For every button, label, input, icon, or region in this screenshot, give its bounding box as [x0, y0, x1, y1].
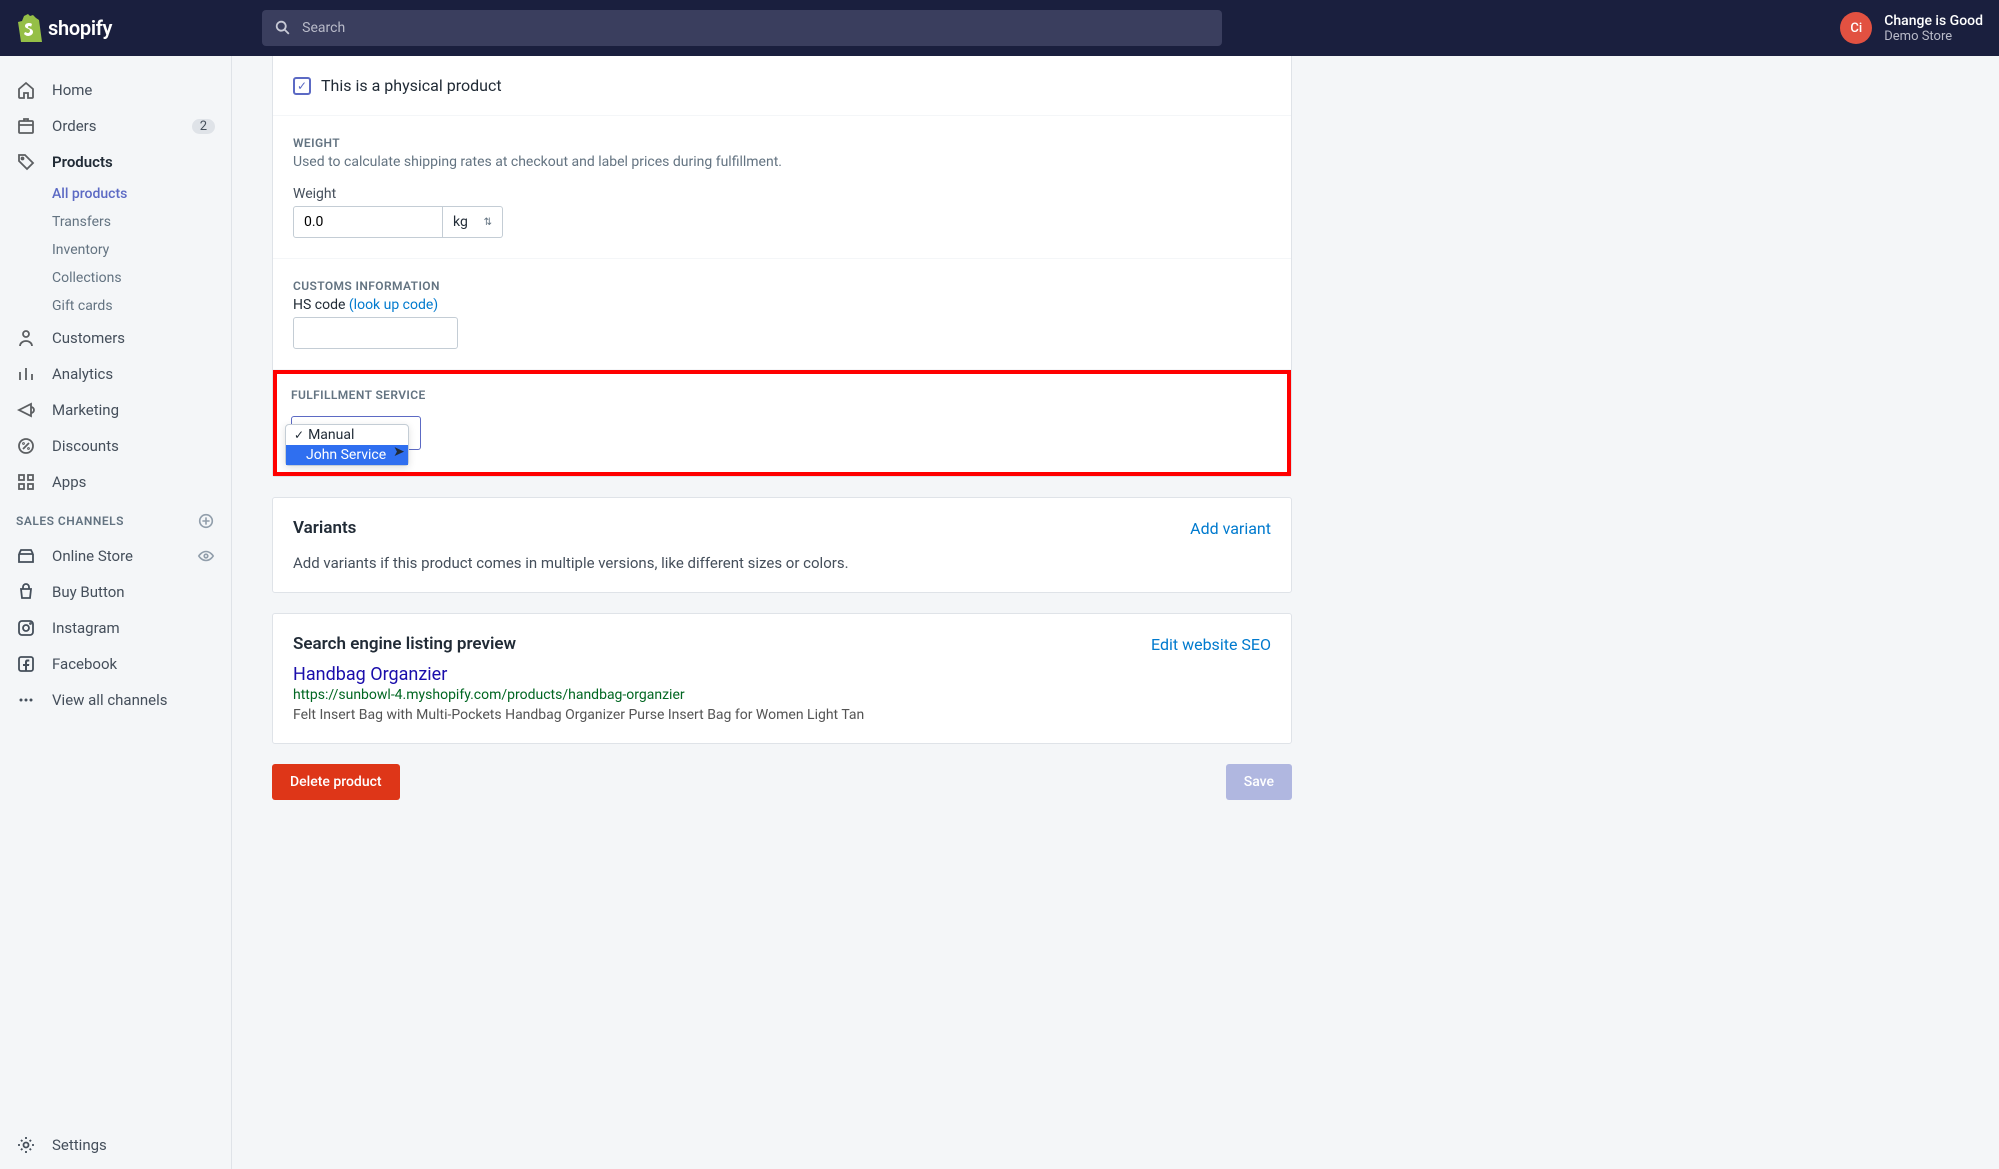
subnav-collections[interactable]: Collections — [52, 264, 231, 292]
orders-badge: 2 — [192, 119, 215, 134]
channel-instagram[interactable]: Instagram — [0, 610, 231, 646]
eye-icon[interactable] — [197, 547, 215, 565]
channel-buy-button[interactable]: Buy Button — [0, 574, 231, 610]
seo-preview-title: Handbag Organzier — [293, 664, 1271, 685]
home-icon — [16, 80, 36, 100]
delete-product-button[interactable]: Delete product — [272, 764, 400, 800]
user-menu[interactable]: Ci Change is Good Demo Store — [1840, 12, 1983, 44]
hs-code-input[interactable] — [293, 317, 458, 349]
sidebar-item-products[interactable]: Products — [0, 144, 231, 180]
facebook-icon — [16, 654, 36, 674]
search-placeholder: Search — [302, 20, 345, 36]
variants-title: Variants — [293, 518, 356, 538]
subnav-inventory[interactable]: Inventory — [52, 236, 231, 264]
products-subnav: All products Transfers Inventory Collect… — [0, 180, 231, 320]
view-all-channels[interactable]: View all channels — [0, 682, 231, 718]
add-variant-link[interactable]: Add variant — [1190, 519, 1271, 538]
save-button[interactable]: Save — [1226, 764, 1292, 800]
weight-input[interactable] — [293, 206, 443, 238]
analytics-icon — [16, 364, 36, 384]
edit-seo-link[interactable]: Edit website SEO — [1151, 635, 1271, 654]
cursor-icon: ➤ — [393, 444, 405, 460]
variants-help: Add variants if this product comes in mu… — [293, 554, 1271, 572]
sidebar-item-home[interactable]: Home — [0, 72, 231, 108]
search-icon — [274, 19, 292, 37]
variants-card: Variants Add variant Add variants if thi… — [272, 497, 1292, 593]
add-channel-icon[interactable] — [197, 512, 215, 530]
marketing-icon — [16, 400, 36, 420]
checkbox-icon: ✓ — [293, 77, 311, 95]
customs-header: CUSTOMS INFORMATION — [293, 279, 1271, 293]
sidebar-item-settings[interactable]: Settings — [0, 1121, 231, 1169]
chevron-updown-icon: ⇅ — [484, 217, 492, 228]
lookup-code-link[interactable]: (look up code) — [349, 297, 438, 313]
topbar: shopify Search Ci Change is Good Demo St… — [0, 0, 1999, 56]
channel-online-store[interactable]: Online Store — [0, 538, 231, 574]
discounts-icon — [16, 436, 36, 456]
subnav-gift-cards[interactable]: Gift cards — [52, 292, 231, 320]
instagram-icon — [16, 618, 36, 638]
shopify-icon — [16, 14, 42, 42]
seo-title: Search engine listing preview — [293, 634, 516, 654]
weight-unit-select[interactable]: kg ⇅ — [443, 206, 503, 238]
shopify-logo[interactable]: shopify — [16, 14, 112, 42]
store-icon — [16, 546, 36, 566]
products-icon — [16, 152, 36, 172]
apps-icon — [16, 472, 36, 492]
orders-icon — [16, 116, 36, 136]
sidebar-item-apps[interactable]: Apps — [0, 464, 231, 500]
fulfillment-option-john[interactable]: John Service — [286, 445, 408, 465]
fulfillment-option-manual[interactable]: Manual — [286, 425, 408, 445]
weight-label: Weight — [293, 186, 1271, 202]
seo-preview-url: https://sunbowl-4.myshopify.com/products… — [293, 687, 1271, 703]
brand-name: shopify — [48, 16, 112, 40]
channel-facebook[interactable]: Facebook — [0, 646, 231, 682]
user-name: Change is Good — [1884, 13, 1983, 29]
buy-button-icon — [16, 582, 36, 602]
physical-product-checkbox[interactable]: ✓ This is a physical product — [293, 76, 1271, 95]
search-input[interactable]: Search — [262, 10, 1222, 46]
page-actions: Delete product Save — [272, 764, 1292, 800]
user-store: Demo Store — [1884, 29, 1983, 44]
seo-card: Search engine listing preview Edit websi… — [272, 613, 1292, 744]
fulfillment-header: FULFILLMENT SERVICE — [291, 388, 1273, 402]
gear-icon — [16, 1135, 36, 1155]
weight-header: WEIGHT — [293, 136, 1271, 150]
fulfillment-dropdown-menu: Manual John Service — [285, 424, 409, 466]
more-icon — [16, 690, 36, 710]
seo-preview-desc: Felt Insert Bag with Multi-Pockets Handb… — [293, 707, 1271, 723]
subnav-transfers[interactable]: Transfers — [52, 208, 231, 236]
sales-channels-header: SALES CHANNELS — [0, 500, 231, 538]
fulfillment-highlight-box: FULFILLMENT SERVICE Manual John Service … — [273, 370, 1291, 476]
customers-icon — [16, 328, 36, 348]
sidebar-item-marketing[interactable]: Marketing — [0, 392, 231, 428]
sidebar-item-customers[interactable]: Customers — [0, 320, 231, 356]
sidebar-item-orders[interactable]: Orders 2 — [0, 108, 231, 144]
shipping-card: ✓ This is a physical product WEIGHT Used… — [272, 56, 1292, 477]
avatar: Ci — [1840, 12, 1872, 44]
subnav-all-products[interactable]: All products — [52, 180, 231, 208]
sidebar-item-discounts[interactable]: Discounts — [0, 428, 231, 464]
main-content: ✓ This is a physical product WEIGHT Used… — [232, 56, 1332, 1169]
sidebar-item-analytics[interactable]: Analytics — [0, 356, 231, 392]
hs-code-label: HS code — [293, 297, 345, 313]
weight-help: Used to calculate shipping rates at chec… — [293, 154, 1271, 170]
sidebar: Home Orders 2 Products All products Tran… — [0, 56, 232, 1169]
physical-product-label: This is a physical product — [321, 76, 502, 95]
